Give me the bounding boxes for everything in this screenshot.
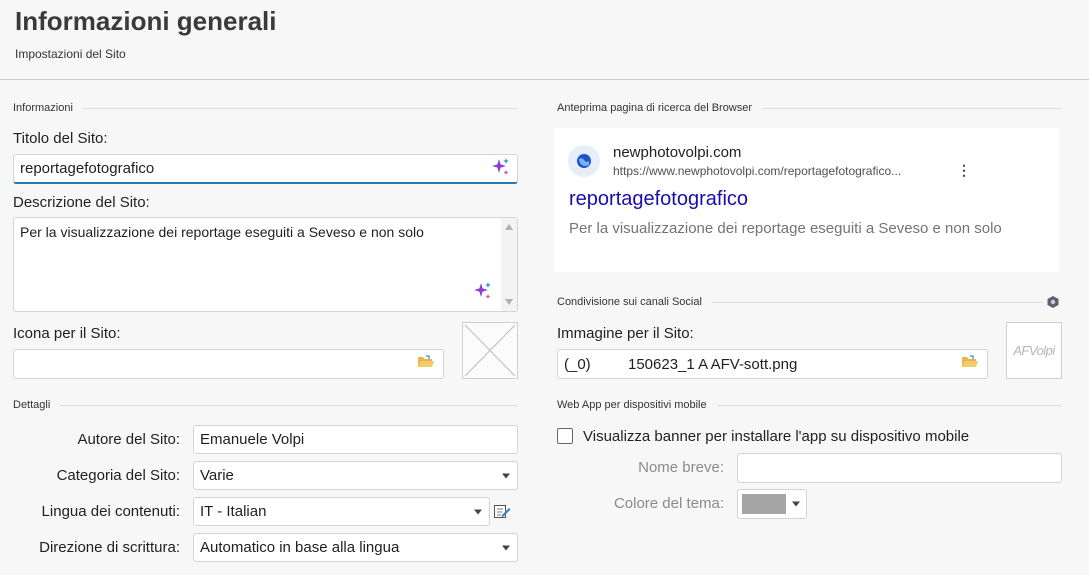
ai-sparkle-icon[interactable] [491, 157, 511, 181]
page-title: Informazioni generali [15, 6, 277, 36]
folder-open-icon[interactable] [417, 355, 435, 373]
direction-value: Automatico in base alla lingua [200, 539, 400, 556]
site-description-label: Descrizione del Sito: [13, 194, 150, 211]
site-title-value: reportagefotografico [20, 160, 155, 177]
section-webapp: Web App per dispositivi mobile [557, 399, 1061, 411]
banner-label[interactable]: Visualizza banner per installare l'app s… [583, 428, 969, 445]
site-title-label: Titolo del Sito: [13, 130, 108, 147]
banner-checkbox[interactable] [557, 428, 573, 444]
header-divider [0, 79, 1089, 80]
section-label: Web App per dispositivi mobile [557, 399, 707, 411]
preview-site-name: newphotovolpi.com [613, 144, 742, 161]
direction-label: Direzione di scrittura: [39, 539, 180, 556]
preview-url: https://www.newphotovolpi.com/reportagef… [613, 164, 902, 178]
section-informazioni: Informazioni [13, 102, 517, 114]
social-image-label: Immagine per il Sito: [557, 325, 694, 342]
chevron-down-icon[interactable] [502, 545, 510, 550]
social-image-value: 150623_1 A AFV-sott.png [628, 355, 798, 373]
theme-color-picker[interactable] [737, 489, 807, 519]
author-label: Autore del Sito: [77, 431, 180, 448]
category-select[interactable]: Varie [193, 461, 518, 490]
more-vert-icon[interactable]: ⋮ [957, 162, 971, 179]
chevron-down-icon[interactable] [474, 509, 482, 514]
search-preview-card: newphotovolpi.com https://www.newphotovo… [554, 128, 1059, 272]
site-icon-input[interactable] [13, 349, 444, 379]
edit-language-icon[interactable] [493, 502, 511, 525]
social-image-thumbnail[interactable]: AFVolpi [1006, 322, 1062, 379]
short-name-label: Nome breve: [638, 459, 724, 476]
preview-description: Per la visualizzazione dei reportage ese… [569, 220, 1002, 237]
thumbnail-logo-text: AFVolpi [1013, 343, 1055, 358]
textarea-scrollbar[interactable] [501, 218, 517, 311]
social-image-input[interactable]: (_0) 150623_1 A AFV-sott.png [557, 349, 988, 379]
site-icon-placeholder[interactable] [462, 322, 518, 379]
section-label: Informazioni [13, 102, 73, 114]
globe-icon [568, 145, 600, 177]
scroll-down-icon[interactable] [505, 299, 513, 305]
color-swatch [742, 494, 786, 514]
language-select[interactable]: IT - Italian [193, 497, 490, 526]
chevron-down-icon[interactable] [502, 473, 510, 478]
scroll-up-icon[interactable] [505, 224, 513, 230]
share-icon[interactable] [1046, 295, 1060, 314]
section-dettagli: Dettagli [13, 399, 517, 411]
short-name-input[interactable] [737, 453, 1062, 483]
section-anteprima: Anteprima pagina di ricerca del Browser [557, 102, 1061, 114]
chevron-down-icon[interactable] [792, 501, 800, 507]
direction-select[interactable]: Automatico in base alla lingua [193, 533, 518, 562]
theme-color-label: Colore del tema: [613, 495, 724, 512]
author-value: Emanuele Volpi [200, 431, 305, 448]
preview-title[interactable]: reportagefotografico [569, 188, 748, 211]
page-subtitle: Impostazioni del Sito [15, 47, 126, 61]
language-label: Lingua dei contenuti: [41, 503, 180, 520]
section-label: Condivisione sui canali Social [557, 296, 702, 308]
social-image-prefix: (_0) [564, 355, 591, 373]
section-label: Anteprima pagina di ricerca del Browser [557, 102, 753, 114]
folder-open-icon[interactable] [961, 355, 979, 373]
site-icon-label: Icona per il Sito: [13, 325, 121, 342]
ai-sparkle-icon[interactable] [473, 281, 493, 305]
site-description-textarea[interactable]: Per la visualizzazione dei reportage ese… [13, 217, 518, 312]
category-label: Categoria del Sito: [56, 467, 180, 484]
site-title-input[interactable]: reportagefotografico [13, 154, 518, 184]
section-label: Dettagli [13, 399, 51, 411]
site-description-value: Per la visualizzazione dei reportage ese… [20, 224, 424, 240]
language-value: IT - Italian [200, 503, 267, 520]
author-input[interactable]: Emanuele Volpi [193, 425, 518, 454]
section-social: Condivisione sui canali Social [557, 296, 1043, 308]
category-value: Varie [200, 467, 234, 484]
